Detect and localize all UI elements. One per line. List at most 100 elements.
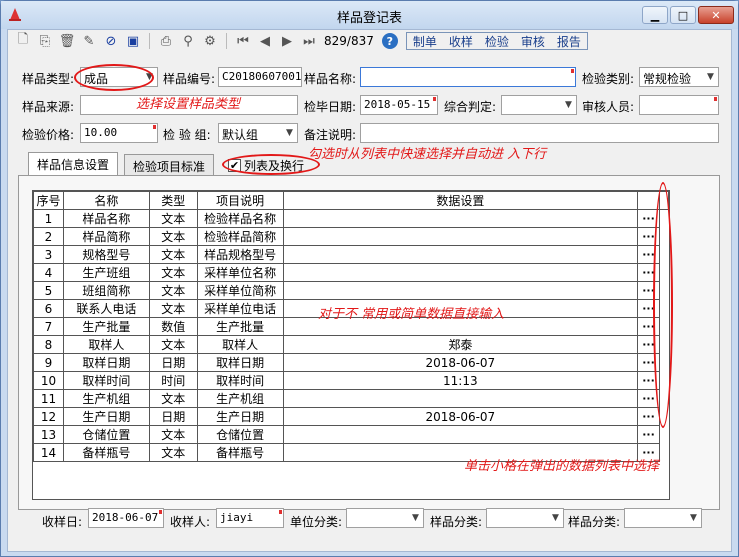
menu-item-review[interactable]: 审核 — [515, 33, 551, 50]
sample-no-field[interactable]: C20180607001 — [218, 67, 302, 87]
cell-index[interactable]: 14 — [33, 443, 64, 462]
inspect-group-select[interactable]: 默认组 ▼ — [218, 123, 298, 143]
col-header-data[interactable]: 数据设置 — [282, 191, 639, 210]
col-header-desc[interactable]: 项目说明 — [196, 191, 284, 210]
cell-data[interactable] — [282, 425, 639, 444]
inspect-price-field[interactable]: 10.00 — [80, 123, 158, 143]
cell-type[interactable]: 日期 — [148, 407, 198, 426]
cell-index[interactable]: 9 — [33, 353, 64, 372]
cell-data[interactable] — [282, 281, 639, 300]
cell-type[interactable]: 日期 — [148, 353, 198, 372]
table-row[interactable]: 3 规格型号 文本 样品规格型号 ··· — [33, 245, 669, 264]
cell-type[interactable]: 数值 — [148, 317, 198, 336]
cell-index[interactable]: 8 — [33, 335, 64, 354]
col-header-name[interactable]: 名称 — [62, 191, 150, 210]
table-row[interactable]: 13 仓储位置 文本 仓储位置 ··· — [33, 425, 669, 444]
cell-type[interactable]: 文本 — [148, 209, 198, 228]
cell-type[interactable]: 文本 — [148, 425, 198, 444]
cell-name[interactable]: 取样日期 — [62, 353, 150, 372]
first-record-icon[interactable]: ⏮ — [234, 32, 252, 50]
cell-name[interactable]: 生产班组 — [62, 263, 150, 282]
cell-name[interactable]: 生产机组 — [62, 389, 150, 408]
cell-index[interactable]: 13 — [33, 425, 64, 444]
cell-index[interactable]: 6 — [33, 299, 64, 318]
table-row[interactable]: 12 生产日期 日期 生产日期 2018-06-07 ··· — [33, 407, 669, 426]
cell-name[interactable]: 班组简称 — [62, 281, 150, 300]
cell-desc[interactable]: 采样单位电话 — [196, 299, 284, 318]
cell-desc[interactable]: 备样瓶号 — [196, 443, 284, 462]
print-icon[interactable]: ⎙ — [157, 32, 175, 50]
cell-name[interactable]: 样品简称 — [62, 227, 150, 246]
cell-desc[interactable]: 采样单位名称 — [196, 263, 284, 282]
cell-type[interactable]: 文本 — [148, 389, 198, 408]
cell-index[interactable]: 1 — [33, 209, 64, 228]
cell-index[interactable]: 3 — [33, 245, 64, 264]
inspect-category-select[interactable]: 常规检验 ▼ — [639, 67, 719, 87]
menu-item-make[interactable]: 制单 — [407, 33, 443, 50]
find-icon[interactable]: ⚲ — [179, 32, 197, 50]
sample-name-field[interactable] — [360, 67, 576, 87]
receive-date-field[interactable]: 2018-06-07 — [88, 508, 164, 528]
cell-desc[interactable]: 取样人 — [196, 335, 284, 354]
cell-desc[interactable]: 取样时间 — [196, 371, 284, 390]
finish-date-field[interactable]: 2018-05-15 — [360, 95, 438, 115]
cell-index[interactable]: 11 — [33, 389, 64, 408]
cell-data[interactable] — [282, 209, 639, 228]
cell-type[interactable]: 文本 — [148, 281, 198, 300]
table-row[interactable]: 2 样品简称 文本 检验样品简称 ··· — [33, 227, 669, 246]
cell-index[interactable]: 5 — [33, 281, 64, 300]
remark-field[interactable] — [360, 123, 719, 143]
table-row[interactable]: 1 样品名称 文本 检验样品名称 ··· — [33, 209, 669, 228]
cell-name[interactable]: 备样瓶号 — [62, 443, 150, 462]
cell-index[interactable]: 4 — [33, 263, 64, 282]
sample-class1-select[interactable]: ▼ — [486, 508, 564, 528]
delete-icon[interactable]: 🗑 — [58, 32, 76, 50]
cell-type[interactable]: 文本 — [148, 335, 198, 354]
cell-type[interactable]: 文本 — [148, 443, 198, 462]
save-icon[interactable]: ▣ — [124, 32, 142, 50]
cell-name[interactable]: 规格型号 — [62, 245, 150, 264]
col-header-type[interactable]: 类型 — [148, 191, 198, 210]
ellipsis-button[interactable]: ··· — [637, 425, 660, 444]
cell-name[interactable]: 取样人 — [62, 335, 150, 354]
cell-index[interactable]: 2 — [33, 227, 64, 246]
table-row[interactable]: 10 取样时间 时间 取样时间 11:13 ··· — [33, 371, 669, 390]
cell-desc[interactable]: 检验样品简称 — [196, 227, 284, 246]
cell-desc[interactable]: 样品规格型号 — [196, 245, 284, 264]
overall-judgement-select[interactable]: ▼ — [501, 95, 577, 115]
cell-type[interactable]: 文本 — [148, 263, 198, 282]
close-button[interactable]: ✕ — [698, 6, 734, 24]
minimize-button[interactable]: ▁ — [642, 6, 668, 24]
maximize-button[interactable]: □ — [670, 6, 696, 24]
cancel-icon[interactable]: ⊘ — [102, 32, 120, 50]
next-record-icon[interactable]: ▶ — [278, 32, 296, 50]
title-bar[interactable]: 样品登记表 ▁ □ ✕ — [1, 1, 738, 29]
col-header-index[interactable]: 序号 — [33, 191, 64, 210]
cell-data[interactable] — [282, 227, 639, 246]
cell-desc[interactable]: 采样单位简称 — [196, 281, 284, 300]
cell-name[interactable]: 联系人电话 — [62, 299, 150, 318]
menu-item-report[interactable]: 报告 — [551, 33, 587, 50]
cell-name[interactable]: 样品名称 — [62, 209, 150, 228]
cell-desc[interactable]: 生产机组 — [196, 389, 284, 408]
cell-name[interactable]: 取样时间 — [62, 371, 150, 390]
cell-data[interactable]: 郑泰 — [282, 335, 639, 354]
menu-item-inspect[interactable]: 检验 — [479, 33, 515, 50]
table-row[interactable]: 11 生产机组 文本 生产机组 ··· — [33, 389, 669, 408]
cell-desc[interactable]: 生产日期 — [196, 407, 284, 426]
cell-desc[interactable]: 仓储位置 — [196, 425, 284, 444]
receiver-field[interactable]: jiayi — [216, 508, 284, 528]
cell-type[interactable]: 文本 — [148, 245, 198, 264]
cell-index[interactable]: 12 — [33, 407, 64, 426]
settings-icon[interactable]: ⚙ — [201, 32, 219, 50]
cell-data[interactable] — [282, 245, 639, 264]
cell-data[interactable]: 11:13 — [282, 371, 639, 390]
reviewer-field[interactable] — [639, 95, 719, 115]
sample-class2-select[interactable]: ▼ — [624, 508, 702, 528]
last-record-icon[interactable]: ⏭ — [300, 32, 318, 50]
edit-icon[interactable]: ✎ — [80, 32, 98, 50]
tab-sample-info[interactable]: 样品信息设置 — [28, 152, 119, 176]
cell-type[interactable]: 文本 — [148, 299, 198, 318]
help-icon[interactable]: ? — [381, 33, 398, 49]
unit-class-select[interactable]: ▼ — [346, 508, 424, 528]
